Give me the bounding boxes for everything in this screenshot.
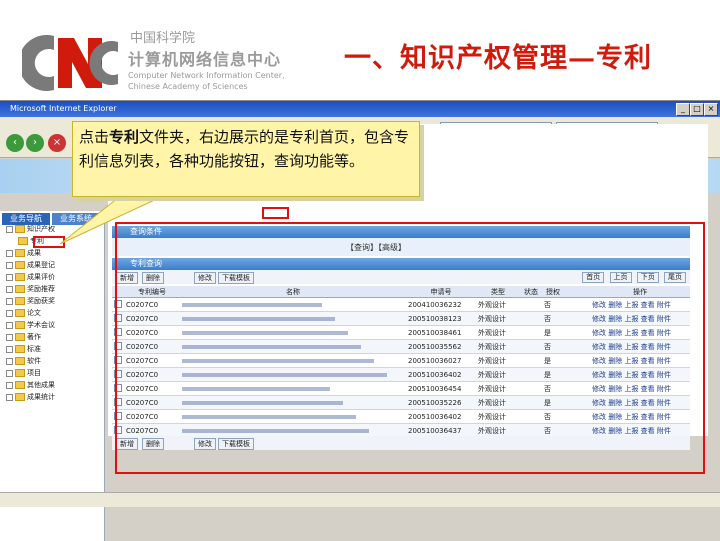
tab-business-nav[interactable]: 业务导航 <box>2 213 50 225</box>
forward-icon[interactable]: › <box>26 134 44 152</box>
stop-icon[interactable]: × <box>48 134 66 152</box>
tab-business-system[interactable]: 业务系统 <box>52 213 100 225</box>
tree-item[interactable]: 奖励推荐 <box>6 285 55 294</box>
folder-icon <box>15 285 25 293</box>
folder-icon <box>15 333 25 341</box>
window-title: Microsoft Internet Explorer <box>10 104 117 113</box>
folder-icon <box>15 261 25 269</box>
folder-icon <box>15 393 25 401</box>
folder-icon <box>15 345 25 353</box>
folder-icon <box>15 273 25 281</box>
center-english-line-2: Chinese Academy of Sciences <box>128 82 248 91</box>
tree-item[interactable]: 学术会议 <box>6 321 55 330</box>
folder-icon <box>15 369 25 377</box>
folder-icon <box>18 237 28 245</box>
center-english-line-1: Computer Network Information Center, <box>128 71 285 80</box>
tree-item[interactable]: 标准 <box>6 345 41 354</box>
callout-note: 点击专利文件夹，右边展示的是专利首页，包含专利信息列表，各种功能按钮，查询功能等… <box>72 121 420 197</box>
folder-icon <box>15 381 25 389</box>
folder-icon <box>15 357 25 365</box>
minimize-icon[interactable]: _ <box>676 103 690 116</box>
tree-item[interactable]: 奖励获奖 <box>6 297 55 306</box>
tree-item[interactable]: 成果统计 <box>6 393 55 402</box>
callout-text-start: 点击 <box>79 128 110 146</box>
folder-icon <box>15 309 25 317</box>
title-bar: Microsoft Internet Explorer _ □ × <box>0 101 720 117</box>
folder-icon <box>15 225 25 233</box>
slide-title: 一、知识产权管理—专利 <box>344 43 652 74</box>
center-title: 计算机网络信息中心 <box>128 50 282 69</box>
cas-label: 中国科学院 <box>130 31 196 46</box>
folder-icon <box>15 321 25 329</box>
status-bar <box>0 492 720 507</box>
cnic-logo <box>22 35 118 91</box>
tree-item-ip[interactable]: 知识产权 <box>6 225 55 234</box>
tree-item[interactable]: 软件 <box>6 357 41 366</box>
content-highlight <box>115 222 705 474</box>
folder-icon <box>15 249 25 257</box>
callout-text-bold: 专利 <box>109 128 140 146</box>
maximize-icon[interactable]: □ <box>690 103 704 116</box>
folder-icon <box>15 297 25 305</box>
tab-highlight <box>262 207 289 219</box>
tree-item[interactable]: 著作 <box>6 333 41 342</box>
tree-item[interactable]: 其他成果 <box>6 381 55 390</box>
close-icon[interactable]: × <box>704 103 718 116</box>
tree-item[interactable]: 成果 <box>6 249 41 258</box>
tree-tabs: 业务导航 业务系统 <box>2 213 102 225</box>
tree-item[interactable]: 项目 <box>6 369 41 378</box>
tree-item[interactable]: 论文 <box>6 309 41 318</box>
tree-item[interactable]: 成果登记 <box>6 261 55 270</box>
patent-folder-highlight <box>33 236 65 248</box>
back-icon[interactable]: ‹ <box>6 134 24 152</box>
tree-item[interactable]: 成果评价 <box>6 273 55 282</box>
